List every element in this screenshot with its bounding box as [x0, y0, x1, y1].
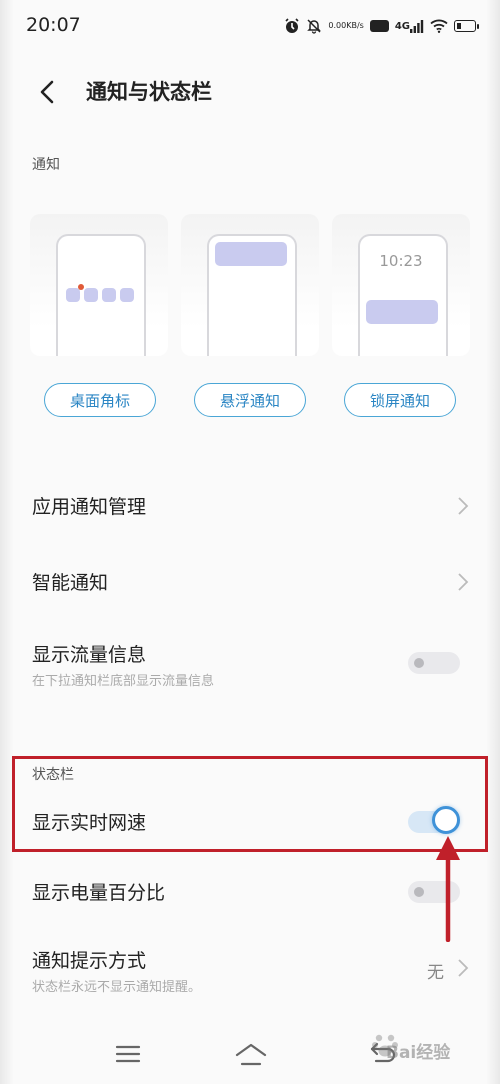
smart-notification-row[interactable]: 智能通知 [0, 546, 500, 616]
preview-floating-notification[interactable] [181, 214, 319, 356]
floating-banner [215, 242, 287, 266]
lock-screen-notification-button[interactable]: 锁屏通知 [344, 383, 456, 417]
app-icon-placeholder [120, 288, 134, 302]
row-value: 无 [427, 963, 444, 983]
chevron-right-icon [458, 497, 469, 515]
notification-style-row[interactable]: 通知提示方式 状态栏永远不显示通知提醒。 无 [0, 934, 500, 1004]
floating-notification-button[interactable]: 悬浮通知 [194, 383, 306, 417]
net-speed-value: 0.00 [328, 21, 347, 30]
preview-desktop-badge[interactable] [30, 214, 168, 356]
row-title: 显示电量百分比 [32, 882, 166, 904]
phone-frame: 10:23 [358, 234, 448, 356]
section-label-notifications: 通知 [32, 157, 60, 173]
hd-badge: HD [369, 20, 389, 32]
wifi-icon [430, 19, 448, 33]
mute-bell-icon [306, 18, 322, 34]
net-speed: 0.00 KB/s [328, 22, 363, 30]
chevron-right-icon [458, 959, 469, 977]
toggle-knob [414, 887, 424, 897]
battery-icon [454, 20, 479, 32]
chevron-left-icon [40, 80, 54, 104]
lock-screen-banner [366, 300, 438, 324]
lock-screen-time: 10:23 [379, 252, 423, 270]
app-icon-placeholder [84, 288, 98, 302]
watermark: Bai经验 [370, 1026, 490, 1070]
show-battery-percentage-row[interactable]: 显示电量百分比 [0, 860, 500, 924]
net-speed-unit: KB/s [346, 21, 364, 30]
data-usage-toggle[interactable] [408, 652, 460, 674]
highlight-box [12, 756, 488, 852]
toggle-knob [414, 658, 424, 668]
app-notification-management-row[interactable]: 应用通知管理 [0, 470, 500, 540]
home-icon [235, 1043, 267, 1066]
desktop-badge-button[interactable]: 桌面角标 [44, 383, 156, 417]
alarm-icon [284, 18, 300, 34]
row-subtitle: 状态栏永远不显示通知提醒。 [32, 980, 202, 995]
home-button[interactable] [234, 1040, 267, 1068]
preview-lock-screen-notification[interactable]: 10:23 [332, 214, 470, 356]
app-icon-placeholder [66, 288, 80, 302]
row-title: 应用通知管理 [32, 496, 147, 518]
arrow-up-icon [436, 836, 460, 942]
row-subtitle: 在下拉通知栏底部显示流量信息 [32, 674, 215, 689]
status-time: 20:07 [26, 14, 81, 36]
menu-button[interactable] [112, 1040, 144, 1068]
status-icons: 0.00 KB/s HD 4G [284, 15, 479, 37]
phone-frame [56, 234, 146, 356]
phone-frame [207, 234, 297, 356]
row-title: 显示流量信息 [32, 644, 147, 666]
signal-icon: 4G [395, 19, 424, 33]
page-title: 通知与状态栏 [86, 80, 212, 104]
back-button[interactable] [30, 74, 66, 110]
chevron-right-icon [458, 573, 469, 591]
badge-dot [78, 284, 84, 290]
show-data-usage-row[interactable]: 显示流量信息 在下拉通知栏底部显示流量信息 [0, 626, 500, 706]
row-title: 通知提示方式 [32, 950, 147, 972]
settings-page: 20:07 0.00 KB/s HD 4G 通知与状态栏 通知 10:23 桌面… [0, 0, 500, 1084]
page-header: 通知与状态栏 [0, 60, 500, 122]
app-icon-placeholder [102, 288, 116, 302]
menu-icon [115, 1045, 141, 1063]
status-bar: 20:07 0.00 KB/s HD 4G [0, 0, 500, 52]
network-type: 4G [394, 20, 410, 32]
row-title: 智能通知 [32, 572, 109, 594]
watermark-text: Bai经验 [386, 1043, 451, 1063]
